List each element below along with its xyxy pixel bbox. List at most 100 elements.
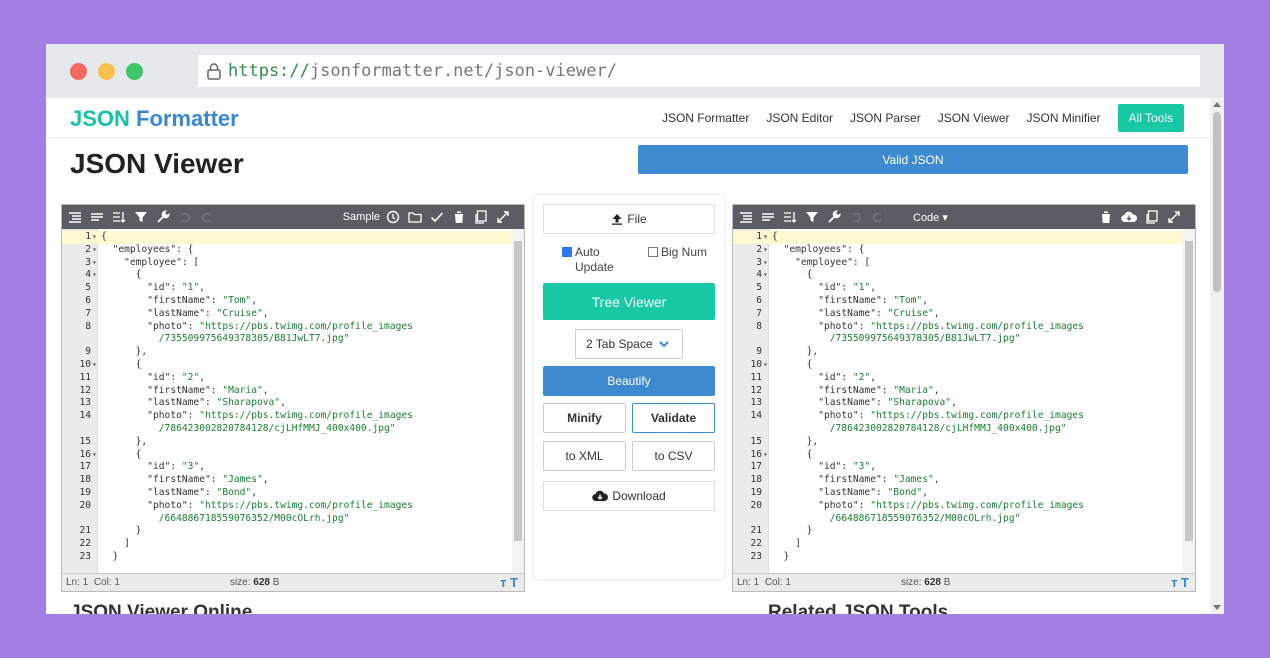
- fold-toggle-icon[interactable]: ▾: [92, 359, 97, 372]
- to-xml-button[interactable]: to XML: [543, 441, 626, 471]
- code-line: 11 "id": "2",: [62, 372, 512, 385]
- chevron-down-icon: [659, 341, 669, 348]
- line-number: 15: [750, 435, 762, 447]
- code-line: 18 "firstName": "James",: [733, 474, 1183, 487]
- undo-icon[interactable]: [178, 210, 192, 224]
- line-number: 6: [85, 294, 91, 306]
- fold-toggle-icon[interactable]: ▾: [763, 449, 768, 462]
- cloud-download-icon[interactable]: [1121, 210, 1137, 224]
- fullscreen-icon[interactable]: [496, 210, 510, 224]
- tree-viewer-button[interactable]: Tree Viewer: [543, 283, 715, 320]
- line-number: 23: [750, 550, 762, 562]
- code-line: 12 "firstName": "Maria",: [733, 385, 1183, 398]
- line-number: 6: [756, 294, 762, 306]
- code-line: /735509975649378305/B81JwLT7.jpg": [733, 333, 1183, 346]
- close-window-button[interactable]: [70, 63, 87, 80]
- site-logo[interactable]: JSON Formatter: [70, 106, 239, 132]
- beautify-button[interactable]: Beautify: [543, 366, 715, 396]
- copy-icon[interactable]: [474, 210, 488, 224]
- code-line: 11 "id": "2",: [733, 372, 1183, 385]
- folder-icon[interactable]: [408, 210, 422, 224]
- trash-icon[interactable]: [452, 210, 466, 224]
- compact-icon[interactable]: [90, 210, 104, 224]
- auto-update-checkbox[interactable]: Auto Update: [562, 245, 623, 275]
- line-number: 20: [79, 499, 91, 511]
- nav-link-json-editor[interactable]: JSON Editor: [766, 111, 833, 125]
- fold-toggle-icon[interactable]: ▾: [92, 269, 97, 282]
- copy-icon[interactable]: [1145, 210, 1159, 224]
- sample-button[interactable]: Sample: [343, 211, 380, 223]
- code-text: "firstName": "James",: [818, 474, 940, 486]
- nav-link-json-viewer[interactable]: JSON Viewer: [938, 111, 1010, 125]
- check-icon[interactable]: [430, 210, 444, 224]
- input-code-area[interactable]: 1 ▾{2 ▾ "employees": {3 ▾ "employee": [4 ▾ {…: [62, 229, 524, 573]
- to-csv-button[interactable]: to CSV: [632, 441, 715, 471]
- nav-link-json-formatter[interactable]: JSON Formatter: [662, 111, 749, 125]
- minimize-window-button[interactable]: [98, 63, 115, 80]
- input-editor: Sample 1 ▾{2 ▾ "employees": {3 ▾ "employee"…: [61, 204, 525, 592]
- code-line: /664886718559076352/M00cOLrh.jpg": [62, 513, 512, 526]
- text-size-icon[interactable]: ᴛ T: [500, 575, 518, 590]
- line-number: 16: [79, 448, 91, 460]
- code-text: {: [101, 358, 142, 370]
- code-text: "firstName": "Tom",: [818, 294, 928, 306]
- line-number: 1: [756, 231, 762, 242]
- page-scrollbar[interactable]: [1210, 98, 1224, 614]
- wrench-icon[interactable]: [156, 210, 170, 224]
- validate-button[interactable]: Validate: [632, 403, 715, 433]
- line-number: 14: [79, 410, 91, 422]
- line-number: 9: [756, 346, 762, 358]
- line-number: 21: [750, 525, 762, 537]
- code-text: /664886718559076352/M00cOLrh.jpg": [158, 512, 350, 524]
- fold-toggle-icon[interactable]: ▾: [92, 244, 97, 257]
- code-text: /786423002820784128/cjLHfMMJ_400x400.jpg…: [829, 422, 1067, 434]
- filter-icon[interactable]: [134, 210, 148, 224]
- filter-icon[interactable]: [805, 210, 819, 224]
- redo-icon[interactable]: [871, 210, 885, 224]
- code-line: 9 },: [733, 346, 1183, 359]
- fold-toggle-icon[interactable]: ▾: [763, 244, 768, 257]
- fold-toggle-icon[interactable]: ▾: [763, 359, 768, 372]
- fold-toggle-icon[interactable]: ▾: [92, 449, 97, 462]
- compact-icon[interactable]: [761, 210, 775, 224]
- code-text: "lastName": "Sharapova",: [818, 397, 957, 409]
- sort-icon[interactable]: [783, 210, 797, 224]
- nav-link-json-minifier[interactable]: JSON Minifier: [1027, 111, 1101, 125]
- address-bar[interactable]: https://jsonformatter.net/json-viewer/: [198, 55, 1200, 87]
- code-text: "employee": [: [124, 256, 200, 268]
- fold-toggle-icon[interactable]: ▾: [763, 231, 768, 244]
- nav-link-json-parser[interactable]: JSON Parser: [850, 111, 921, 125]
- fold-toggle-icon[interactable]: ▾: [763, 269, 768, 282]
- code-text: "id": "3",: [818, 461, 876, 473]
- line-number: 18: [750, 474, 762, 486]
- minify-button[interactable]: Minify: [543, 403, 626, 433]
- maximize-window-button[interactable]: [126, 63, 143, 80]
- download-label: Download: [612, 489, 666, 503]
- line-number: 22: [750, 538, 762, 550]
- fold-toggle-icon[interactable]: ▾: [92, 231, 97, 244]
- output-editor-scrollbar[interactable]: [1183, 229, 1195, 573]
- format-icon[interactable]: [68, 210, 82, 224]
- code-line: 13 "lastName": "Sharapova",: [62, 397, 512, 410]
- text-size-icon[interactable]: ᴛ T: [1171, 575, 1189, 590]
- sort-icon[interactable]: [112, 210, 126, 224]
- undo-icon[interactable]: [849, 210, 863, 224]
- tab-space-select[interactable]: 2 Tab Space: [575, 329, 683, 359]
- output-code-area[interactable]: 1 ▾{2 ▾ "employees": {3 ▾ "employee": [4 ▾ {…: [733, 229, 1195, 573]
- format-icon[interactable]: [739, 210, 753, 224]
- file-upload-button[interactable]: File: [543, 204, 715, 234]
- code-text: /735509975649378305/B81JwLT7.jpg": [829, 333, 1021, 345]
- trash-icon[interactable]: [1099, 210, 1113, 224]
- all-tools-button[interactable]: All Tools: [1117, 104, 1184, 132]
- code-line: 20 "photo": "https://pbs.twimg.com/profi…: [62, 500, 512, 513]
- fold-toggle-icon[interactable]: ▾: [92, 257, 97, 270]
- history-icon[interactable]: [386, 210, 400, 224]
- wrench-icon[interactable]: [827, 210, 841, 224]
- redo-icon[interactable]: [200, 210, 214, 224]
- fold-toggle-icon[interactable]: ▾: [763, 257, 768, 270]
- fullscreen-icon[interactable]: [1167, 210, 1181, 224]
- download-button[interactable]: Download: [543, 481, 715, 511]
- big-num-checkbox[interactable]: Big Num: [648, 245, 707, 260]
- code-mode-select[interactable]: Code ▾: [913, 211, 948, 224]
- input-editor-scrollbar[interactable]: [512, 229, 524, 573]
